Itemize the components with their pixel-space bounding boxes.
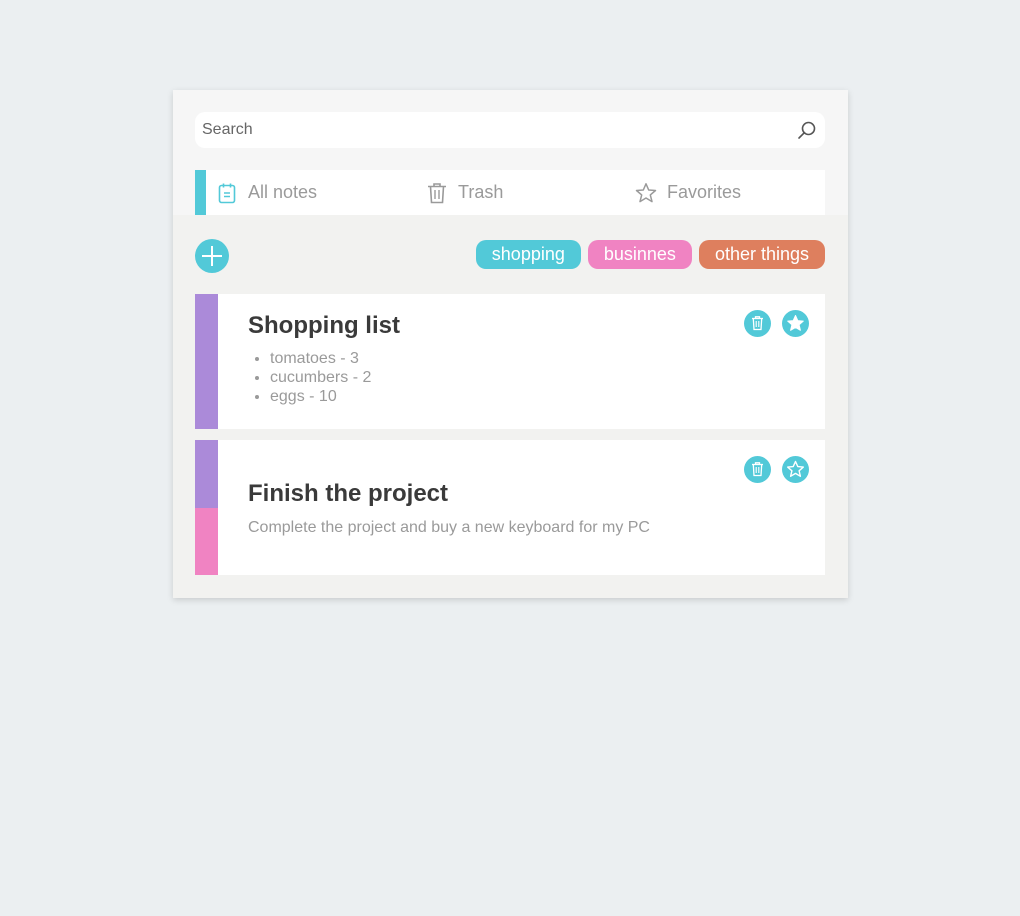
trash-icon: [752, 462, 763, 477]
notepad-icon: [218, 183, 236, 203]
list-item: cucumbers - 2: [270, 368, 371, 387]
star-icon: [635, 182, 657, 202]
nav-item-trash[interactable]: Trash: [426, 170, 503, 215]
favorite-note-button[interactable]: [782, 456, 809, 483]
trash-icon: [428, 182, 446, 203]
note-card[interactable]: Finish the project Complete the project …: [195, 440, 825, 575]
nav-label-favorites: Favorites: [667, 182, 742, 202]
star-filled-icon: [787, 315, 804, 331]
tag-businnes[interactable]: businnes: [587, 240, 692, 269]
list-item: eggs - 10: [270, 387, 371, 406]
note-item-list: tomatoes - 3 cucumbers - 2 eggs - 10: [248, 349, 371, 406]
favorite-note-button[interactable]: [782, 310, 809, 337]
note-title: Shopping list: [248, 312, 400, 339]
list-item: tomatoes - 3: [270, 349, 371, 368]
notes-nav: All notes Trash Favorites: [195, 170, 825, 215]
add-note-button[interactable]: [195, 239, 229, 273]
note-title: Finish the project: [248, 480, 449, 507]
note-tag-strip-businnes: [195, 440, 218, 508]
trash-icon: [752, 316, 763, 331]
note-body: Complete the project and buy a new keybo…: [248, 519, 650, 536]
nav-item-favorites[interactable]: Favorites: [635, 170, 741, 215]
search-input[interactable]: [202, 112, 782, 148]
delete-note-button[interactable]: [744, 456, 771, 483]
delete-note-button[interactable]: [744, 310, 771, 337]
note-tag-strip: [195, 294, 218, 429]
tag-other-things[interactable]: other things: [698, 240, 825, 269]
notes-app: All notes Trash Favorites shopp: [173, 90, 848, 598]
nav-label-all-notes: All notes: [248, 182, 318, 202]
search-icon[interactable]: [797, 120, 817, 140]
nav-item-all-notes[interactable]: All notes: [216, 170, 317, 215]
tag-filter-list: shopping businnes other things: [475, 240, 825, 269]
nav-label-trash: Trash: [458, 182, 504, 202]
note-card[interactable]: Shopping list tomatoes - 3 cucumbers - 2…: [195, 294, 825, 429]
nav-active-indicator: [195, 170, 206, 215]
star-outline-icon: [786, 460, 804, 477]
tag-shopping[interactable]: shopping: [475, 240, 581, 269]
note-tag-strip-shopping: [195, 508, 218, 575]
search-bar: [195, 112, 825, 148]
plus-icon: [202, 246, 222, 266]
